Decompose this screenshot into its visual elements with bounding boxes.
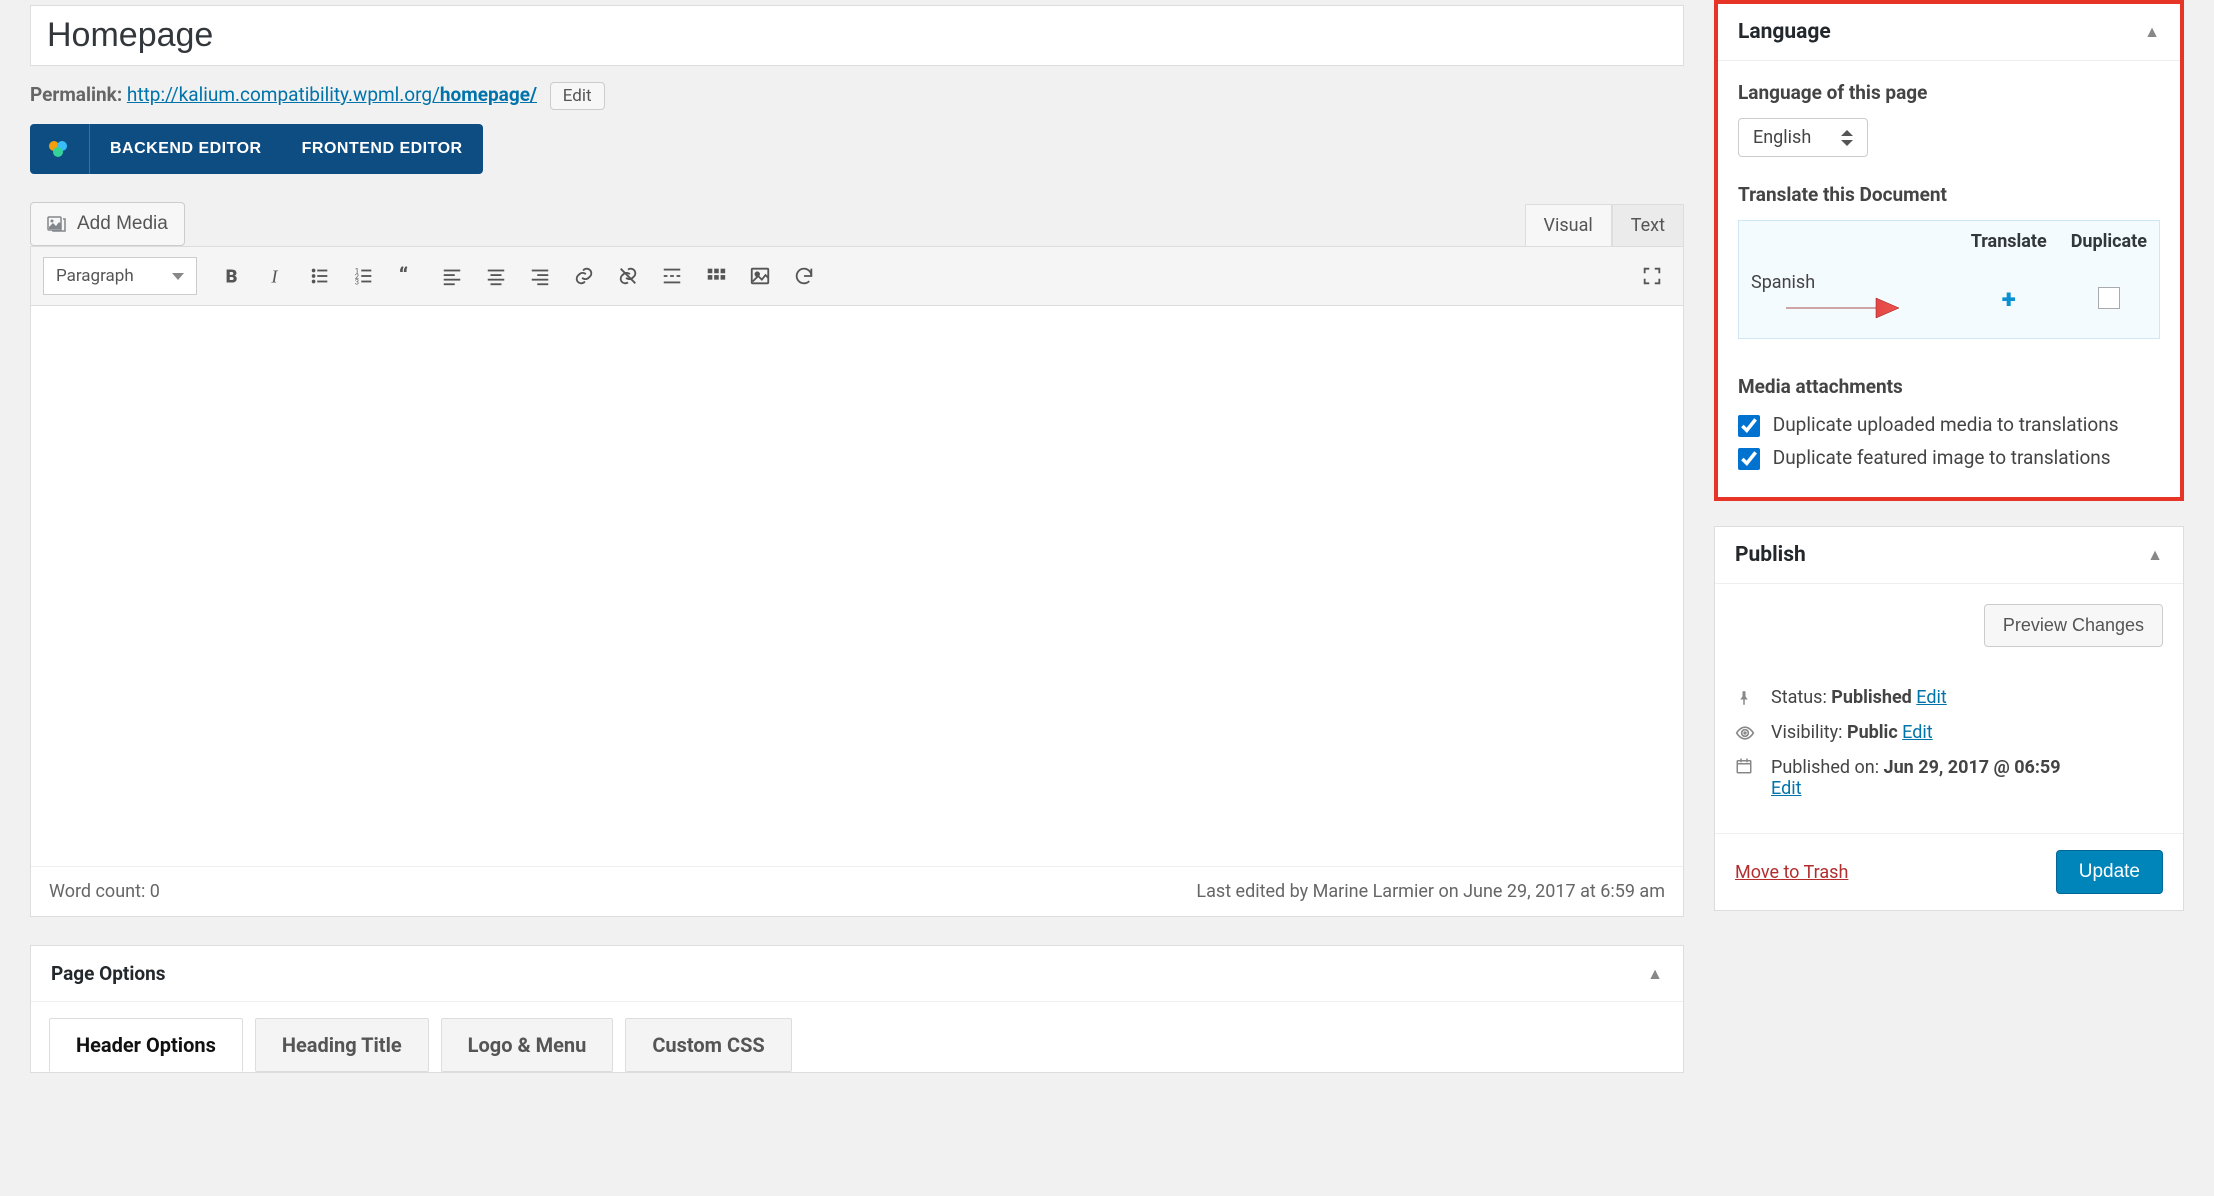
move-to-trash-link[interactable]: Move to Trash	[1735, 862, 1848, 883]
media-icon	[47, 214, 67, 234]
unlink-button[interactable]	[609, 258, 647, 294]
align-right-button[interactable]	[521, 258, 559, 294]
format-select[interactable]: Paragraph	[43, 257, 197, 295]
editor-canvas[interactable]	[31, 306, 1683, 866]
svg-text:“: “	[399, 265, 408, 287]
language-widget-title: Language	[1738, 20, 1831, 44]
translation-table: Translate Duplicate Spanish +	[1738, 220, 2160, 339]
permalink-link[interactable]: http://kalium.compatibility.wpml.org/hom…	[127, 83, 537, 106]
select-updown-icon	[1841, 130, 1853, 146]
duplicate-checkbox[interactable]	[2098, 287, 2120, 309]
read-more-button[interactable]	[653, 258, 691, 294]
published-edit-link[interactable]: Edit	[1771, 778, 1801, 799]
permalink-label: Permalink:	[30, 83, 122, 106]
calendar-icon	[1735, 757, 1757, 775]
page-options-title: Page Options	[51, 962, 166, 985]
editor-box: Paragraph B I 123 “	[30, 246, 1684, 917]
editor-mode-bar: BACKEND EDITOR FRONTEND EDITOR	[30, 124, 483, 174]
translation-lang: Spanish	[1751, 272, 1815, 293]
visual-tab[interactable]: Visual	[1525, 204, 1612, 246]
arrow-annotation	[1781, 293, 1901, 328]
insert-image-button[interactable]	[741, 258, 779, 294]
pin-icon	[1735, 689, 1757, 707]
language-widget: Language ▲ Language of this page English…	[1714, 0, 2184, 501]
add-translation-button[interactable]: +	[2002, 285, 2016, 315]
bullet-list-button[interactable]	[301, 258, 339, 294]
translate-doc-label: Translate this Document	[1738, 183, 2160, 206]
blockquote-button[interactable]: “	[389, 258, 427, 294]
col-translate: Translate	[1959, 221, 2059, 263]
status-edit-link[interactable]: Edit	[1916, 687, 1946, 708]
page-options-panel: Page Options ▲ Header Options Heading Ti…	[30, 945, 1684, 1073]
editor-toolbar: Paragraph B I 123 “	[31, 247, 1683, 306]
add-media-button[interactable]: Add Media	[30, 202, 185, 246]
numbered-list-button[interactable]: 123	[345, 258, 383, 294]
caret-down-icon	[172, 273, 184, 280]
link-button[interactable]	[565, 258, 603, 294]
frontend-editor-button[interactable]: FRONTEND EDITOR	[282, 124, 483, 174]
publish-widget-title: Publish	[1735, 543, 1806, 567]
permalink-edit-button[interactable]: Edit	[550, 82, 605, 110]
permalink-row: Permalink: http://kalium.compatibility.w…	[30, 82, 1684, 110]
widget-toggle-icon[interactable]: ▲	[2144, 22, 2160, 42]
media-attachments-label: Media attachments	[1738, 375, 2160, 398]
dup-featured-image-checkbox[interactable]	[1738, 448, 1760, 470]
language-of-page-label: Language of this page	[1738, 81, 2160, 104]
bold-button[interactable]: B	[213, 258, 251, 294]
italic-button[interactable]: I	[257, 258, 295, 294]
text-tab[interactable]: Text	[1612, 204, 1684, 246]
page-title-input[interactable]	[30, 5, 1684, 66]
align-center-button[interactable]	[477, 258, 515, 294]
visibility-edit-link[interactable]: Edit	[1902, 722, 1932, 743]
language-select[interactable]: English	[1738, 118, 1868, 157]
word-count: Word count: 0	[49, 881, 160, 902]
fullscreen-button[interactable]	[1633, 258, 1671, 294]
update-button[interactable]: Update	[2056, 850, 2163, 894]
svg-text:B: B	[225, 266, 237, 287]
last-edited: Last edited by Marine Larmier on June 29…	[1196, 881, 1665, 902]
tab-logo-menu[interactable]: Logo & Menu	[441, 1018, 614, 1072]
preview-changes-button[interactable]: Preview Changes	[1984, 604, 2163, 647]
dup-uploaded-media-checkbox[interactable]	[1738, 415, 1760, 437]
translation-row: Spanish +	[1739, 262, 2160, 339]
panel-toggle-icon[interactable]: ▲	[1647, 964, 1663, 984]
tab-custom-css[interactable]: Custom CSS	[625, 1018, 791, 1072]
widget-toggle-icon[interactable]: ▲	[2147, 545, 2163, 565]
dup-featured-image-label: Duplicate featured image to translations	[1773, 446, 2111, 469]
toolbar-toggle-button[interactable]	[697, 258, 735, 294]
visual-composer-icon[interactable]	[30, 124, 90, 174]
dup-uploaded-media-label: Duplicate uploaded media to translations	[1773, 413, 2119, 436]
svg-text:3: 3	[355, 277, 359, 286]
tab-heading-title[interactable]: Heading Title	[255, 1018, 429, 1072]
eye-icon	[1735, 723, 1757, 743]
col-duplicate: Duplicate	[2059, 221, 2160, 263]
align-left-button[interactable]	[433, 258, 471, 294]
publish-widget: Publish ▲ Preview Changes Status: Publis…	[1714, 526, 2184, 911]
tab-header-options[interactable]: Header Options	[49, 1018, 243, 1072]
svg-text:I: I	[270, 266, 278, 286]
refresh-button[interactable]	[785, 258, 823, 294]
backend-editor-button[interactable]: BACKEND EDITOR	[90, 124, 282, 174]
